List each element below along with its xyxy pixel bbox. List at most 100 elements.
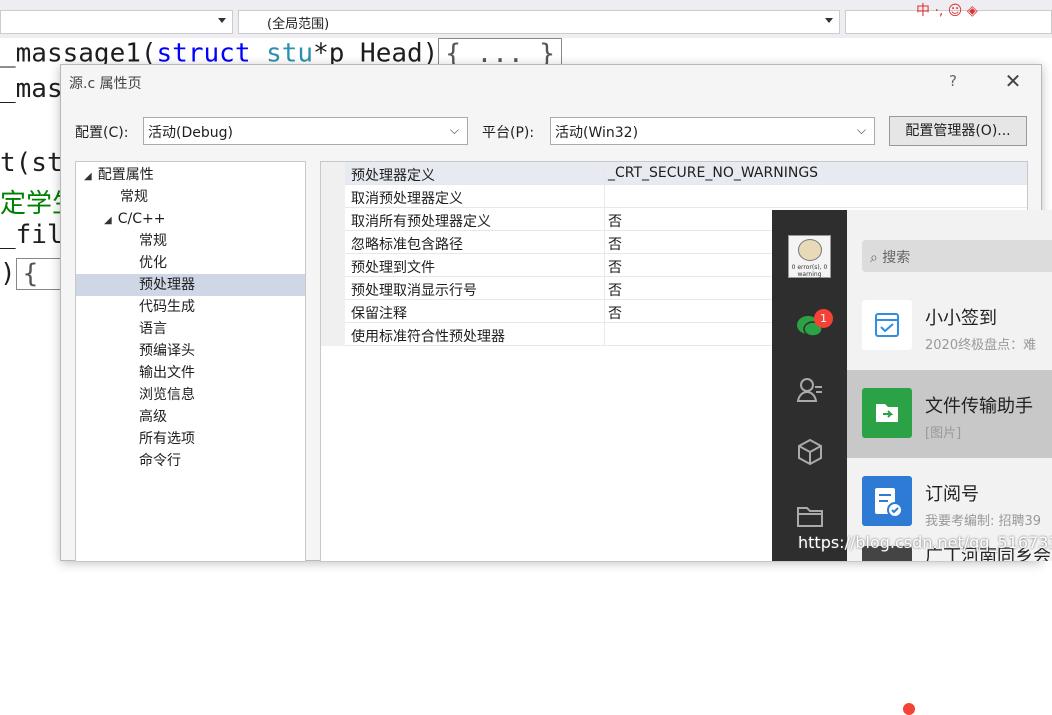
chevron-down-icon [825,18,833,23]
row-gutter [321,300,345,323]
wechat-sidebar: 0 error(s), 0 warning 1 [772,210,847,561]
property-value[interactable]: 否 [608,280,622,300]
conversation-name: 小小签到 [925,308,997,329]
avatar[interactable]: 0 error(s), 0 warning [788,235,831,278]
expanded-triangle-icon: ◢ [104,215,112,226]
column-divider [604,185,605,208]
property-row[interactable]: 取消预处理器定义 [321,185,1027,208]
tree-item-label: 配置属性 [97,167,154,183]
calendar-check-icon [862,300,912,350]
tree-item-label: C/C++ [117,211,166,227]
code-line: _mas [0,74,63,104]
code-line: ){ [0,258,66,290]
tree-item-optimization[interactable]: 优化 [139,252,167,274]
column-divider [604,254,605,277]
column-divider [604,208,605,231]
tree-item-general[interactable]: 常规 [120,186,148,208]
search-icon: ⌕ [870,250,883,266]
wechat-window: 0 error(s), 0 warning 1 ⌕ 搜索 小小签到 2020终极… [772,210,1052,715]
property-value[interactable]: 否 [608,234,622,254]
avatar-caption: 0 error(s), 0 warning [791,264,828,278]
property-name: 预处理取消显示行号 [351,283,477,299]
row-gutter [321,185,345,208]
column-divider [604,162,605,185]
project-combo[interactable] [0,10,233,34]
row-gutter [321,277,345,300]
expanded-triangle-icon: ◢ [84,171,92,182]
tree-item-config-properties[interactable]: ◢ 配置属性 [84,164,154,186]
unread-badge: 1 [814,309,833,328]
tree-item-all-options[interactable]: 所有选项 [139,428,195,450]
watermark: https://blog.csdn.net/qq_51673383 [798,533,1052,552]
search-placeholder: 搜索 [882,250,911,266]
config-select-value: 活动(Debug) [148,125,233,141]
tree-item-advanced[interactable]: 高级 [139,406,167,428]
conversation-name: 文件传输助手 [925,396,1033,417]
tree-item-preprocessor[interactable]: 预处理器 [76,274,305,296]
conversation-preview: 我要考编制: 招聘39 [925,514,1042,529]
tree-item-output-files[interactable]: 输出文件 [139,362,195,384]
search-input[interactable]: ⌕ 搜索 [862,240,1052,272]
chevron-down-icon: ⌵ [449,123,459,137]
property-name: 取消所有预处理器定义 [351,214,491,230]
config-manager-button[interactable]: 配置管理器(O)... [889,116,1027,146]
csdn-toolbar-badge: 中 ·, ☺ ◈ [916,3,978,19]
folder-icon[interactable] [796,502,824,530]
property-tree: ◢ 配置属性 常规 ◢ C/C++ 常规 优化 预处理器 代码生成 语言 预编译头 … [75,161,306,562]
unread-dot [903,703,915,715]
property-value[interactable]: 否 [608,303,622,323]
file-transfer-icon [862,388,912,438]
row-gutter [321,231,345,254]
close-button[interactable]: ✕ [1001,69,1025,93]
property-value[interactable]: 否 [608,211,622,231]
row-gutter [321,208,345,231]
property-row[interactable]: 预处理器定义 _CRT_SECURE_NO_WARNINGS [321,162,1027,185]
conversation-name: 订阅号 [925,484,979,505]
property-name: 预处理器定义 [351,168,435,184]
subscription-icon [862,476,912,526]
tree-item-precompiled-headers[interactable]: 预编译头 [139,340,195,362]
conversation-item[interactable]: 文件传输助手 [图片] [847,370,1052,458]
scope-combo[interactable]: (全局范围) [238,10,840,34]
favorites-cube-icon[interactable] [796,438,824,466]
code-text: ) [0,258,16,289]
config-label: 配置(C): [75,125,129,141]
help-button[interactable]: ? [949,72,957,90]
property-name: 取消预处理器定义 [351,191,463,207]
property-name: 使用标准符合性预处理器 [351,329,505,345]
calendar-check-icon [875,313,899,337]
editor-toolbar: (全局范围) [0,0,1052,38]
avatar-face [798,239,822,261]
dialog-title: 源.c 属性页 [69,76,142,92]
platform-select-value: 活动(Win32) [555,125,639,141]
subscription-icon [875,488,903,518]
chevron-down-icon: ⌵ [856,123,866,137]
conversation-preview: [图片] [925,426,962,441]
row-gutter [321,162,345,185]
conversation-item[interactable]: 小小签到 2020终极盘点：难 [847,282,1052,370]
property-value[interactable]: _CRT_SECURE_NO_WARNINGS [608,165,818,181]
platform-select[interactable]: 活动(Win32) ⌵ [550,117,875,145]
column-divider [604,300,605,323]
property-value[interactable]: 否 [608,257,622,277]
conversation-preview: 2020终极盘点：难 [925,338,1037,353]
tree-item-code-generation[interactable]: 代码生成 [139,296,195,318]
collapsed-block[interactable]: { [15,258,66,290]
tree-item-command-line[interactable]: 命令行 [139,450,181,472]
column-divider [604,277,605,300]
platform-label: 平台(P): [482,125,535,141]
column-divider [604,231,605,254]
column-divider [604,323,605,346]
tree-item-cpp[interactable]: ◢ C/C++ [104,208,165,230]
contacts-icon[interactable] [796,376,824,404]
property-name: 忽略标准包含路径 [351,237,463,253]
file-transfer-icon [876,404,898,422]
config-select[interactable]: 活动(Debug) ⌵ [143,117,468,145]
tree-item-cpp-general[interactable]: 常规 [139,230,167,252]
scope-combo-value: (全局范围) [267,17,330,32]
property-name: 保留注释 [351,306,407,322]
tree-item-browse-info[interactable]: 浏览信息 [139,384,195,406]
property-name: 预处理到文件 [351,260,435,276]
row-gutter [321,254,345,277]
tree-item-language[interactable]: 语言 [139,318,167,340]
